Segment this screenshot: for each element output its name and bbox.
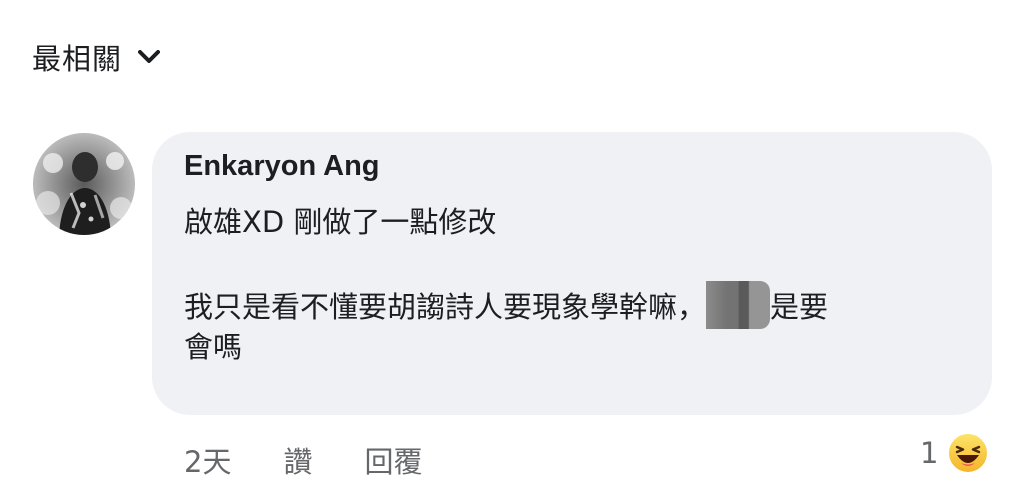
comment-text-segment: 我只是看不懂要胡謅詩人要現象學幹嘛， xyxy=(184,290,707,324)
timestamp[interactable]: 2天 xyxy=(184,439,231,481)
redacted-block xyxy=(706,281,771,329)
like-button[interactable]: 讚 xyxy=(283,439,312,481)
comment-text: 啟雄XD 剛做了一點修改 我只是看不懂要胡謅詩人要現象學幹嘛， 是要 會嗎 xyxy=(184,202,964,367)
reaction-count: 1 xyxy=(920,436,939,470)
sort-selector[interactable]: 最相關 xyxy=(32,35,161,79)
comment-line: 我只是看不懂要胡謅詩人要現象學幹嘛， 是要 xyxy=(184,281,964,329)
comments-section: 最相關 Enkaryon Ang 啟雄XD 剛做了一點修改 我只是看不懂要胡謅詩… xyxy=(0,0,1024,487)
comment-bubble: Enkaryon Ang 啟雄XD 剛做了一點修改 我只是看不懂要胡謅詩人要現象… xyxy=(152,132,992,415)
chevron-down-icon xyxy=(138,50,161,63)
comment-author[interactable]: Enkaryon Ang xyxy=(184,150,380,183)
comment-text-segment: 是要 xyxy=(770,290,829,324)
comment-line: 啟雄XD 剛做了一點修改 xyxy=(184,205,497,239)
avatar-photo xyxy=(33,133,135,235)
sort-label: 最相關 xyxy=(32,42,123,76)
haha-emoji-icon xyxy=(947,432,990,474)
reply-button[interactable]: 回覆 xyxy=(364,439,422,481)
comment-actions: 2天 讚 回覆 xyxy=(184,438,422,482)
avatar[interactable] xyxy=(33,133,135,235)
comment-line: 會嗎 xyxy=(184,330,243,364)
reaction-summary[interactable]: 1 xyxy=(920,431,990,475)
